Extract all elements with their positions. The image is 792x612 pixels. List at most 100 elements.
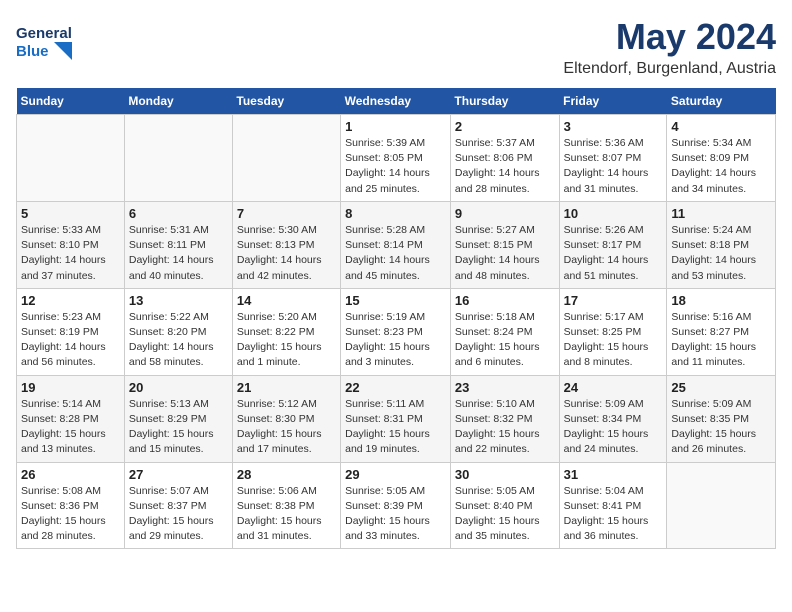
- page-subtitle: Eltendorf, Burgenland, Austria: [563, 60, 776, 78]
- logo-icon: General Blue: [16, 16, 72, 66]
- day-number: 21: [237, 380, 336, 395]
- calendar-cell: 25 Sunrise: 5:09 AM Sunset: 8:35 PM Dayli…: [667, 375, 776, 462]
- calendar-week-row: 12Sunrise: 5:23 AM Sunset: 8:19 PM Dayli…: [17, 288, 776, 375]
- day-info: Sunrise: 5:26 AM Sunset: 8:17 PM Dayligh…: [564, 223, 663, 284]
- calendar-cell: 1 Sunrise: 5:39 AM Sunset: 8:05 PM Daylig…: [341, 115, 451, 202]
- day-number: 23: [455, 380, 555, 395]
- calendar-cell: 20 Sunrise: 5:13 AM Sunset: 8:29 PM Dayli…: [124, 375, 232, 462]
- day-number: 4: [671, 119, 771, 134]
- day-info: Sunrise: 5:20 AM Sunset: 8:22 PM Dayligh…: [237, 310, 336, 371]
- page-title: May 2024: [563, 16, 776, 58]
- day-number: 16: [455, 293, 555, 308]
- calendar-cell: [17, 115, 125, 202]
- day-info: Sunrise: 5:30 AM Sunset: 8:13 PM Dayligh…: [237, 223, 336, 284]
- day-number: 30: [455, 467, 555, 482]
- calendar-cell: 6 Sunrise: 5:31 AM Sunset: 8:11 PM Daylig…: [124, 201, 232, 288]
- calendar-cell: 21 Sunrise: 5:12 AM Sunset: 8:30 PM Dayli…: [232, 375, 340, 462]
- day-info: Sunrise: 5:05 AM Sunset: 8:39 PM Dayligh…: [345, 484, 446, 545]
- day-number: 6: [129, 206, 228, 221]
- day-info: Sunrise: 5:12 AM Sunset: 8:30 PM Dayligh…: [237, 397, 336, 458]
- calendar-cell: 26 Sunrise: 5:08 AM Sunset: 8:36 PM Dayli…: [17, 462, 125, 549]
- col-header-sunday: Sunday: [17, 88, 125, 115]
- day-info: Sunrise: 5:07 AM Sunset: 8:37 PM Dayligh…: [129, 484, 228, 545]
- day-info: Sunrise: 5:28 AM Sunset: 8:14 PM Dayligh…: [345, 223, 446, 284]
- calendar-cell: 10 Sunrise: 5:26 AM Sunset: 8:17 PM Dayli…: [559, 201, 667, 288]
- day-number: 7: [237, 206, 336, 221]
- day-number: 11: [671, 206, 771, 221]
- day-info: Sunrise: 5:34 AM Sunset: 8:09 PM Dayligh…: [671, 136, 771, 197]
- day-number: 31: [564, 467, 663, 482]
- day-info: Sunrise: 5:31 AM Sunset: 8:11 PM Dayligh…: [129, 223, 228, 284]
- logo: General Blue: [16, 16, 72, 66]
- calendar-week-row: 26 Sunrise: 5:08 AM Sunset: 8:36 PM Dayli…: [17, 462, 776, 549]
- day-number: 2: [455, 119, 555, 134]
- day-info: Sunrise: 5:10 AM Sunset: 8:32 PM Dayligh…: [455, 397, 555, 458]
- calendar-cell: 31 Sunrise: 5:04 AM Sunset: 8:41 PM Dayli…: [559, 462, 667, 549]
- day-number: 15: [345, 293, 446, 308]
- calendar-cell: 11 Sunrise: 5:24 AM Sunset: 8:18 PM Dayli…: [667, 201, 776, 288]
- calendar-cell: 4 Sunrise: 5:34 AM Sunset: 8:09 PM Daylig…: [667, 115, 776, 202]
- calendar-cell: 14 Sunrise: 5:20 AM Sunset: 8:22 PM Dayli…: [232, 288, 340, 375]
- calendar-cell: 24Sunrise: 5:09 AM Sunset: 8:34 PM Dayli…: [559, 375, 667, 462]
- day-number: 5: [21, 206, 120, 221]
- calendar-cell: 16 Sunrise: 5:18 AM Sunset: 8:24 PM Dayli…: [450, 288, 559, 375]
- calendar-cell: [667, 462, 776, 549]
- day-number: 26: [21, 467, 120, 482]
- calendar-cell: 3Sunrise: 5:36 AM Sunset: 8:07 PM Daylig…: [559, 115, 667, 202]
- calendar-week-row: 19 Sunrise: 5:14 AM Sunset: 8:28 PM Dayli…: [17, 375, 776, 462]
- day-info: Sunrise: 5:04 AM Sunset: 8:41 PM Dayligh…: [564, 484, 663, 545]
- day-info: Sunrise: 5:27 AM Sunset: 8:15 PM Dayligh…: [455, 223, 555, 284]
- calendar-cell: 7 Sunrise: 5:30 AM Sunset: 8:13 PM Daylig…: [232, 201, 340, 288]
- calendar-cell: 2 Sunrise: 5:37 AM Sunset: 8:06 PM Daylig…: [450, 115, 559, 202]
- day-info: Sunrise: 5:06 AM Sunset: 8:38 PM Dayligh…: [237, 484, 336, 545]
- day-number: 10: [564, 206, 663, 221]
- day-info: Sunrise: 5:23 AM Sunset: 8:19 PM Dayligh…: [21, 310, 120, 371]
- day-number: 20: [129, 380, 228, 395]
- col-header-saturday: Saturday: [667, 88, 776, 115]
- col-header-friday: Friday: [559, 88, 667, 115]
- calendar-cell: 13 Sunrise: 5:22 AM Sunset: 8:20 PM Dayli…: [124, 288, 232, 375]
- day-info: Sunrise: 5:05 AM Sunset: 8:40 PM Dayligh…: [455, 484, 555, 545]
- day-info: Sunrise: 5:13 AM Sunset: 8:29 PM Dayligh…: [129, 397, 228, 458]
- calendar-cell: 30 Sunrise: 5:05 AM Sunset: 8:40 PM Dayli…: [450, 462, 559, 549]
- day-info: Sunrise: 5:19 AM Sunset: 8:23 PM Dayligh…: [345, 310, 446, 371]
- day-number: 19: [21, 380, 120, 395]
- day-info: Sunrise: 5:09 AM Sunset: 8:35 PM Dayligh…: [671, 397, 771, 458]
- day-number: 29: [345, 467, 446, 482]
- day-info: Sunrise: 5:17 AM Sunset: 8:25 PM Dayligh…: [564, 310, 663, 371]
- day-info: Sunrise: 5:37 AM Sunset: 8:06 PM Dayligh…: [455, 136, 555, 197]
- title-block: May 2024 Eltendorf, Burgenland, Austria: [563, 16, 776, 78]
- calendar-cell: 8Sunrise: 5:28 AM Sunset: 8:14 PM Daylig…: [341, 201, 451, 288]
- col-header-tuesday: Tuesday: [232, 88, 340, 115]
- svg-text:Blue: Blue: [16, 43, 49, 60]
- day-info: Sunrise: 5:16 AM Sunset: 8:27 PM Dayligh…: [671, 310, 771, 371]
- day-info: Sunrise: 5:24 AM Sunset: 8:18 PM Dayligh…: [671, 223, 771, 284]
- day-number: 13: [129, 293, 228, 308]
- day-number: 1: [345, 119, 446, 134]
- day-number: 9: [455, 206, 555, 221]
- day-info: Sunrise: 5:22 AM Sunset: 8:20 PM Dayligh…: [129, 310, 228, 371]
- day-number: 28: [237, 467, 336, 482]
- calendar-cell: 23 Sunrise: 5:10 AM Sunset: 8:32 PM Dayli…: [450, 375, 559, 462]
- col-header-thursday: Thursday: [450, 88, 559, 115]
- calendar-header-row: SundayMondayTuesdayWednesdayThursdayFrid…: [17, 88, 776, 115]
- day-number: 24: [564, 380, 663, 395]
- calendar-cell: 22Sunrise: 5:11 AM Sunset: 8:31 PM Dayli…: [341, 375, 451, 462]
- calendar-cell: 18 Sunrise: 5:16 AM Sunset: 8:27 PM Dayli…: [667, 288, 776, 375]
- calendar-cell: [124, 115, 232, 202]
- day-info: Sunrise: 5:36 AM Sunset: 8:07 PM Dayligh…: [564, 136, 663, 197]
- calendar-week-row: 5Sunrise: 5:33 AM Sunset: 8:10 PM Daylig…: [17, 201, 776, 288]
- page-header: General Blue May 2024 Eltendorf, Burgenl…: [16, 16, 776, 78]
- calendar-cell: 27 Sunrise: 5:07 AM Sunset: 8:37 PM Dayli…: [124, 462, 232, 549]
- calendar-week-row: 1 Sunrise: 5:39 AM Sunset: 8:05 PM Daylig…: [17, 115, 776, 202]
- day-number: 14: [237, 293, 336, 308]
- calendar-cell: 28 Sunrise: 5:06 AM Sunset: 8:38 PM Dayli…: [232, 462, 340, 549]
- calendar-cell: 17Sunrise: 5:17 AM Sunset: 8:25 PM Dayli…: [559, 288, 667, 375]
- day-info: Sunrise: 5:14 AM Sunset: 8:28 PM Dayligh…: [21, 397, 120, 458]
- day-info: Sunrise: 5:18 AM Sunset: 8:24 PM Dayligh…: [455, 310, 555, 371]
- day-number: 18: [671, 293, 771, 308]
- day-number: 25: [671, 380, 771, 395]
- day-number: 27: [129, 467, 228, 482]
- day-info: Sunrise: 5:39 AM Sunset: 8:05 PM Dayligh…: [345, 136, 446, 197]
- day-info: Sunrise: 5:08 AM Sunset: 8:36 PM Dayligh…: [21, 484, 120, 545]
